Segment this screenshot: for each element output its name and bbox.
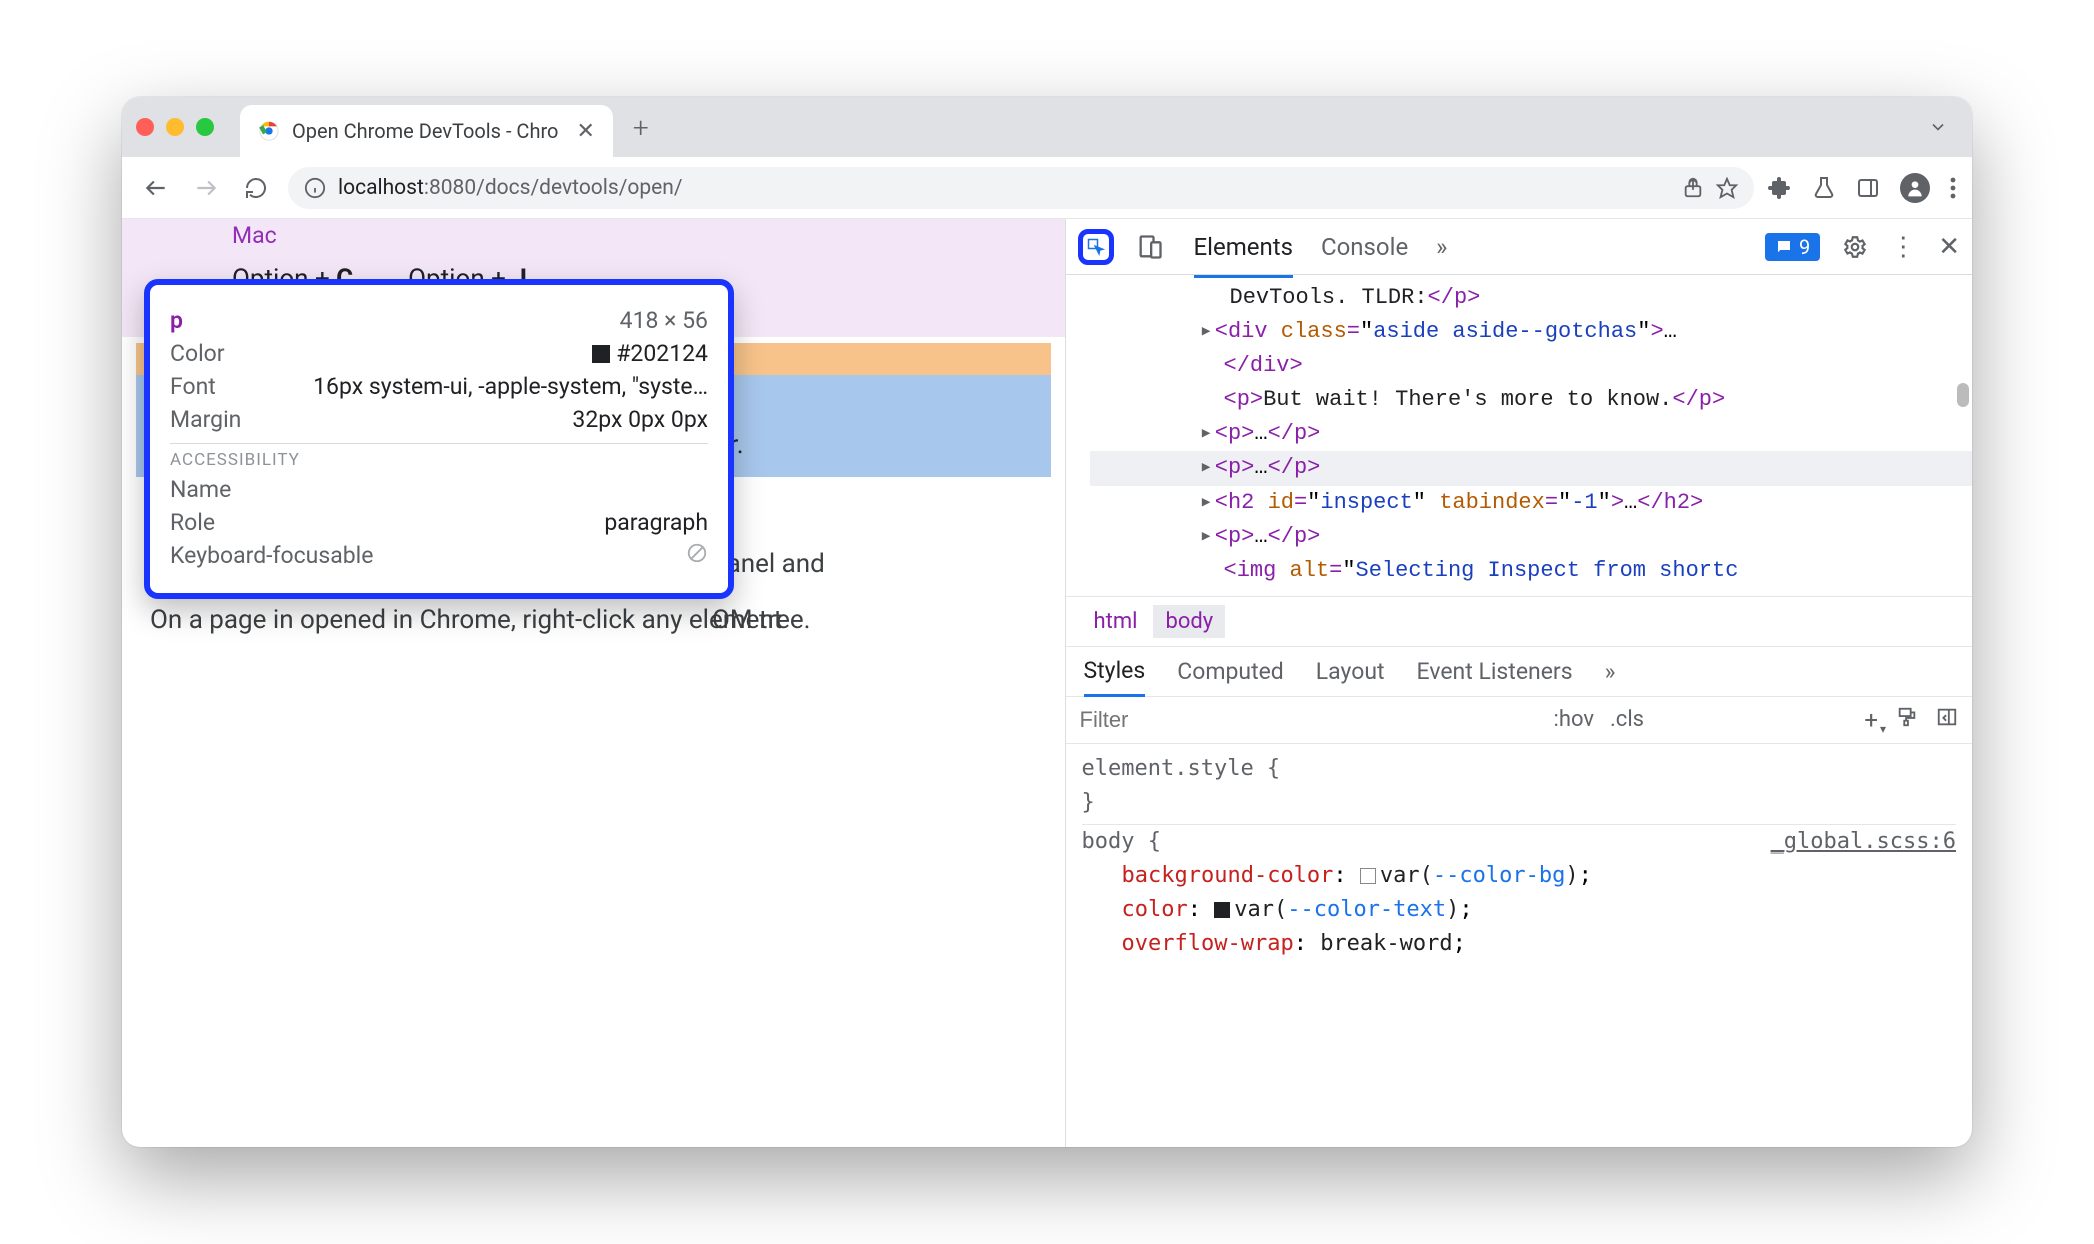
dom-tree[interactable]: DevTools. TLDR:</p> ▸<div class="aside a…	[1066, 275, 1973, 596]
minimize-window-button[interactable]	[166, 118, 184, 136]
tab-computed[interactable]: Computed	[1177, 658, 1284, 685]
issues-badge[interactable]: 9	[1765, 233, 1820, 261]
tab-elements[interactable]: Elements	[1194, 233, 1293, 278]
address-bar[interactable]: localhost:8080/docs/devtools/open/	[288, 167, 1754, 209]
crumb-body[interactable]: body	[1153, 605, 1225, 638]
inspect-element-button[interactable]	[1078, 229, 1114, 265]
tab-styles[interactable]: Styles	[1084, 657, 1146, 697]
browser-tab[interactable]: Open Chrome DevTools - Chro ✕	[240, 105, 613, 157]
styles-filter-row: :hov .cls +▾	[1066, 697, 1973, 744]
tooltip-size: 418 × 56	[620, 307, 708, 334]
devtools-panel: Elements Console » 9 ⋮ ✕ DevTools. TLD	[1066, 219, 1973, 1147]
issues-count: 9	[1799, 235, 1810, 259]
paint-button[interactable]	[1896, 706, 1918, 734]
labs-button[interactable]	[1812, 176, 1836, 200]
share-button[interactable]	[1682, 177, 1704, 199]
scrollbar-thumb[interactable]	[1957, 383, 1969, 407]
bookmark-button[interactable]	[1716, 177, 1738, 199]
body-selector: body {	[1082, 829, 1161, 854]
toolbar: localhost:8080/docs/devtools/open/	[122, 157, 1972, 219]
extensions-button[interactable]	[1768, 176, 1792, 200]
element-inspect-tooltip: p 418 × 56 Color #202124 Font 16px system-u…	[144, 279, 734, 599]
close-window-button[interactable]	[136, 118, 154, 136]
tab-title: Open Chrome DevTools - Chro	[292, 119, 558, 143]
tooltip-font-label: Font	[170, 373, 216, 400]
tooltip-role-label: Role	[170, 509, 215, 536]
forward-button[interactable]	[188, 170, 224, 206]
chrome-menu-button[interactable]	[1950, 176, 1956, 200]
tooltip-margin-value: 32px 0px 0px	[572, 406, 708, 433]
new-tab-button[interactable]: +	[633, 111, 649, 144]
site-info-icon[interactable]	[304, 177, 326, 199]
devtools-close-button[interactable]: ✕	[1938, 232, 1960, 262]
url-text: localhost:8080/docs/devtools/open/	[338, 176, 683, 200]
chrome-favicon	[258, 120, 280, 142]
tab-layout[interactable]: Layout	[1316, 658, 1385, 685]
url-path: :8080/docs/devtools/open/	[424, 176, 683, 200]
back-button[interactable]	[138, 170, 174, 206]
tooltip-name-label: Name	[170, 476, 231, 503]
close-tab-button[interactable]: ✕	[576, 119, 594, 144]
settings-button[interactable]	[1842, 234, 1868, 260]
tooltip-color-label: Color	[170, 340, 225, 367]
tooltip-margin-label: Margin	[170, 406, 241, 433]
breadcrumb[interactable]: html body	[1066, 596, 1973, 647]
tab-console[interactable]: Console	[1321, 233, 1408, 261]
crumb-html[interactable]: html	[1082, 605, 1150, 638]
styles-filter-input[interactable]	[1066, 697, 1546, 743]
os-label: Mac	[232, 219, 1035, 254]
devtools-tabs: Elements Console »	[1194, 233, 1448, 261]
not-focusable-icon	[686, 542, 708, 569]
tab-bar: Open Chrome DevTools - Chro ✕ +	[122, 97, 1972, 157]
a11y-section-label: ACCESSIBILITY	[170, 450, 708, 470]
profile-button[interactable]	[1900, 173, 1930, 203]
tooltip-kbd-label: Keyboard-focusable	[170, 542, 373, 569]
tooltip-tagname: p	[170, 307, 183, 334]
device-toolbar-button[interactable]	[1132, 229, 1168, 265]
tooltip-font-value: 16px system-ui, -apple-system, "syste…	[313, 373, 708, 400]
url-host: localhost	[338, 176, 424, 200]
styles-tabs: Styles Computed Layout Event Listeners »	[1066, 647, 1973, 697]
tooltip-role-value: paragraph	[604, 509, 708, 536]
tabs-overflow-button[interactable]: »	[1436, 233, 1447, 261]
source-link[interactable]: _global.scss:6	[1771, 825, 1956, 859]
devtools-menu-button[interactable]: ⋮	[1890, 232, 1916, 262]
browser-window: Open Chrome DevTools - Chro ✕ + localhos…	[122, 97, 1972, 1147]
cls-toggle[interactable]: .cls	[1610, 707, 1644, 732]
tab-event-listeners[interactable]: Event Listeners	[1417, 658, 1573, 685]
devtools-toolbar: Elements Console » 9 ⋮ ✕	[1066, 219, 1973, 275]
maximize-window-button[interactable]	[196, 118, 214, 136]
tooltip-color-value: #202124	[592, 340, 708, 367]
hov-toggle[interactable]: :hov	[1554, 707, 1595, 732]
toolbar-actions	[1768, 173, 1956, 203]
computed-sidebar-button[interactable]	[1936, 706, 1958, 734]
styles-pane[interactable]: element.style { } body {_global.scss:6 b…	[1066, 744, 1973, 970]
reload-button[interactable]	[238, 170, 274, 206]
style-tabs-overflow[interactable]: »	[1605, 658, 1616, 685]
new-rule-button[interactable]: +▾	[1864, 706, 1878, 734]
element-style: element.style {	[1082, 752, 1957, 786]
window-controls	[136, 118, 214, 136]
sidepanel-button[interactable]	[1856, 176, 1880, 200]
tab-list-button[interactable]	[1928, 117, 1948, 137]
page-content: Mac Option + C Option + J panel and OM t…	[122, 219, 1066, 1147]
